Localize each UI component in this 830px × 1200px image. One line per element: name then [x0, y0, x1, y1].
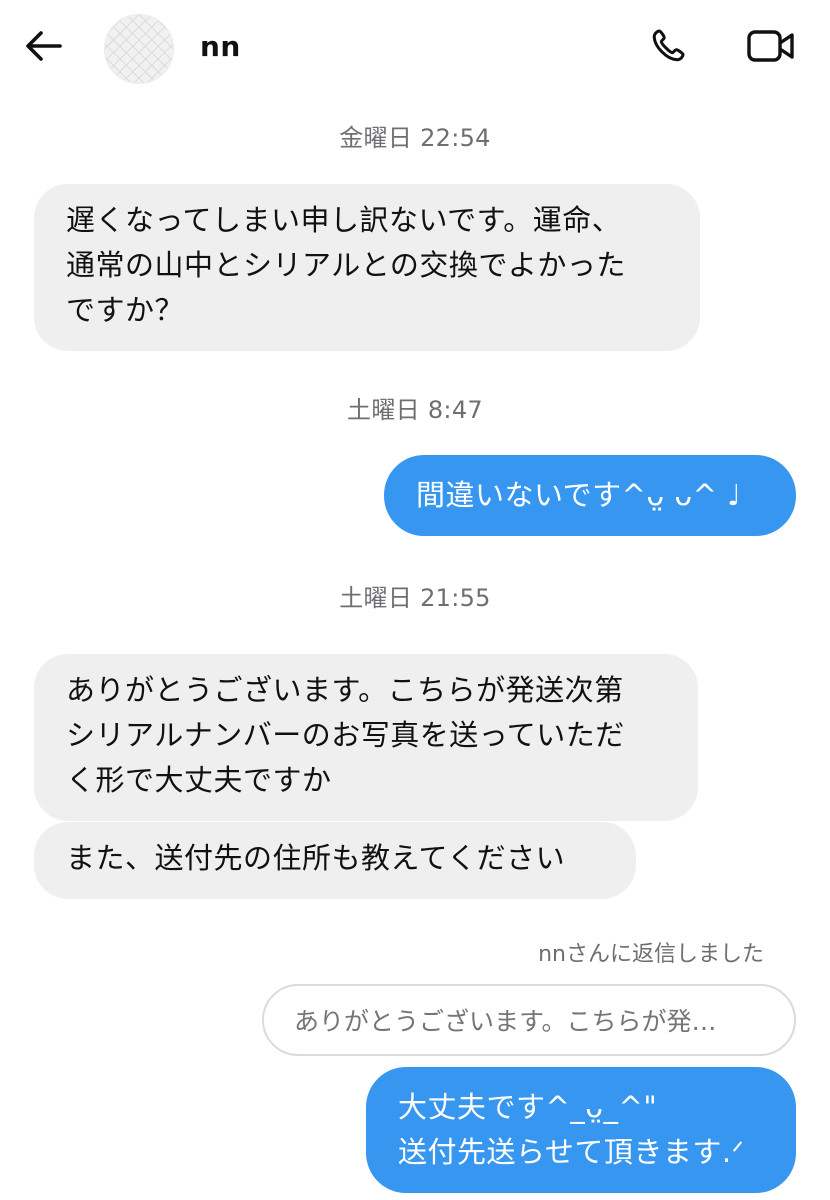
video-camera-icon [746, 27, 796, 69]
timestamp: 金曜日 22:54 [339, 124, 491, 152]
avatar[interactable] [104, 14, 174, 84]
message-text-line: 遅くなってしまい申し訳ないです。運命、 [66, 203, 622, 237]
arrow-left-icon [24, 30, 64, 66]
message-bubble-outgoing[interactable]: 間違いないです^ᴗ̤ ᴗ^ ♩ [384, 455, 796, 536]
message-text-line: 大丈夫です^_ᴗ̤_^" [398, 1090, 658, 1124]
message-bubble-incoming[interactable]: 遅くなってしまい申し訳ないです。運命、 通常の山中とシリアルとの交換でよかった … [34, 184, 700, 351]
audio-call-button[interactable] [640, 22, 696, 74]
message-bubble-incoming[interactable]: ありがとうございます。こちらが発送次第 シリアルナンバーのお写真を送っていただ … [34, 654, 698, 821]
message-text-line: く形で大丈夫ですか [66, 763, 332, 797]
message-text-line: 通常の山中とシリアルとの交換でよかった [66, 248, 626, 282]
timestamp: 土曜日 21:55 [339, 584, 491, 612]
timestamp: 土曜日 8:47 [347, 396, 483, 424]
quoted-message-text: ありがとうございます。こちらが発… [294, 1007, 717, 1036]
message-text-line: 間違いないです^ᴗ̤ ᴗ^ ♩ [416, 478, 742, 512]
message-text-line: また、送付先の住所も教えてください [66, 841, 566, 875]
contact-name[interactable]: nn [200, 30, 241, 63]
chat-header: nn [0, 0, 830, 100]
video-call-button[interactable] [740, 22, 802, 74]
message-text-line: 送付先送らせて頂きます.ᐟ [398, 1135, 745, 1169]
quoted-message-preview[interactable]: ありがとうございます。こちらが発… [262, 984, 796, 1056]
message-bubble-incoming[interactable]: また、送付先の住所も教えてください [34, 822, 636, 899]
message-bubble-outgoing[interactable]: 大丈夫です^_ᴗ̤_^" 送付先送らせて頂きます.ᐟ [366, 1067, 796, 1193]
phone-icon [649, 26, 687, 70]
message-text-line: ですか？ [66, 293, 185, 327]
reply-label: nnさんに返信しました [538, 942, 764, 967]
message-text-line: シリアルナンバーのお写真を送っていただ [66, 718, 625, 752]
message-text-line: ありがとうございます。こちらが発送次第 [66, 673, 624, 707]
back-button[interactable] [18, 24, 70, 72]
